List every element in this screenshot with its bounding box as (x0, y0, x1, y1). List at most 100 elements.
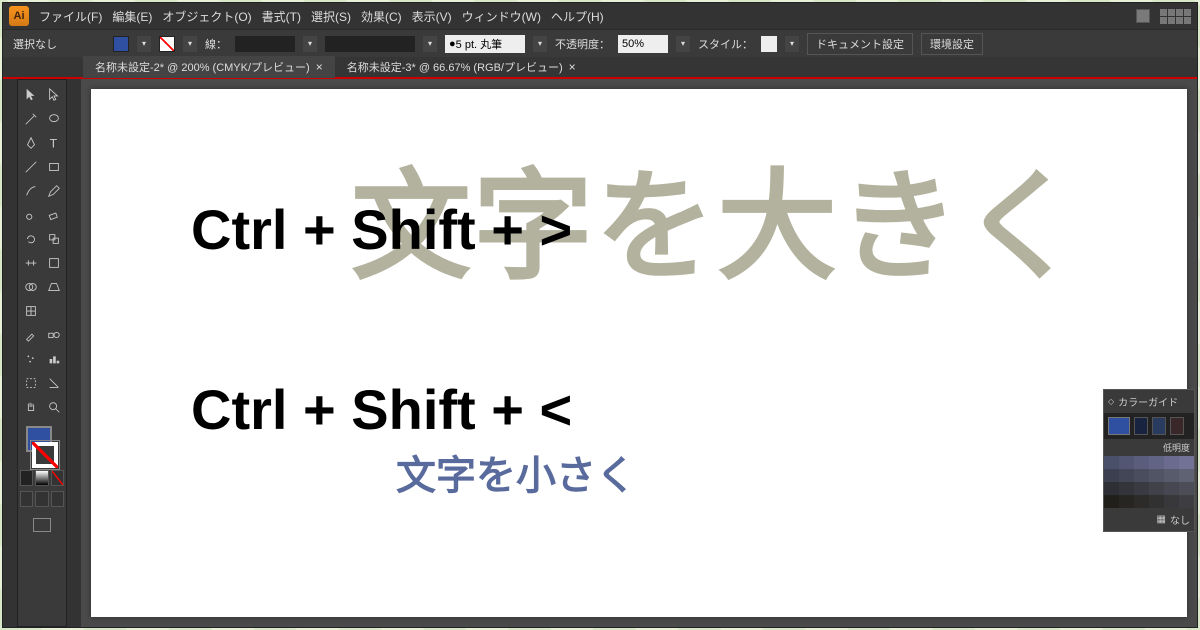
gradient-tool[interactable] (43, 300, 64, 322)
shape-builder-tool[interactable] (20, 276, 41, 298)
control-bar: 選択なし ▾ ▾ 線： ▾ ▾ ● 5 pt. 丸筆 ▾ 不透明度： 50% ▾… (3, 29, 1197, 57)
type-tool[interactable]: T (43, 132, 64, 154)
eraser-tool[interactable] (43, 204, 64, 226)
fill-stroke-color[interactable] (20, 424, 64, 468)
color-guide-cell[interactable] (1104, 482, 1119, 495)
arrange-grid-icon[interactable] (1160, 9, 1191, 24)
base-color-swatch[interactable] (1108, 417, 1130, 435)
hand-tool[interactable] (20, 396, 41, 418)
menu-view[interactable]: 表示(V) (412, 8, 452, 25)
color-guide-cell[interactable] (1179, 482, 1194, 495)
color-guide-panel[interactable]: カラーガイド 低明度 ▦なし (1103, 389, 1195, 532)
stroke-weight-input[interactable] (235, 36, 295, 52)
style-dropdown[interactable]: ▾ (785, 36, 799, 52)
rotate-tool[interactable] (20, 228, 41, 250)
color-guide-cell[interactable] (1179, 495, 1194, 508)
color-guide-cell[interactable] (1119, 482, 1134, 495)
preferences-button[interactable]: 環境設定 (921, 33, 983, 55)
stroke-dropdown[interactable]: ▾ (183, 36, 197, 52)
opacity-dropdown[interactable]: ▾ (676, 36, 690, 52)
zoom-tool[interactable] (43, 396, 64, 418)
mesh-tool[interactable] (20, 300, 41, 322)
fill-dropdown[interactable]: ▾ (137, 36, 151, 52)
color-guide-cell[interactable] (1119, 469, 1134, 482)
column-graph-tool[interactable] (43, 348, 64, 370)
perspective-grid-tool[interactable] (43, 276, 64, 298)
scale-tool[interactable] (43, 228, 64, 250)
color-guide-cell[interactable] (1149, 482, 1164, 495)
menu-type[interactable]: 書式(T) (262, 8, 301, 25)
color-guide-cell[interactable] (1104, 456, 1119, 469)
eyedropper-tool[interactable] (20, 324, 41, 346)
color-mode-row[interactable] (20, 470, 64, 486)
stroke-profile-dropdown[interactable]: ▾ (423, 36, 437, 52)
harmony-swatch[interactable] (1152, 417, 1166, 435)
magic-wand-tool[interactable] (20, 108, 41, 130)
color-guide-cell[interactable] (1134, 495, 1149, 508)
draw-mode-row[interactable] (20, 491, 64, 507)
menu-effect[interactable]: 効果(C) (361, 8, 402, 25)
color-guide-cell[interactable] (1119, 495, 1134, 508)
stroke-profile-input[interactable] (325, 36, 415, 52)
screen-mode[interactable] (20, 515, 64, 535)
color-guide-cell[interactable] (1179, 469, 1194, 482)
none-swatch-icon[interactable]: ▦ (1157, 514, 1166, 525)
close-icon[interactable]: × (316, 60, 323, 74)
color-guide-cell[interactable] (1164, 495, 1179, 508)
color-guide-cell[interactable] (1149, 456, 1164, 469)
menu-select[interactable]: 選択(S) (311, 8, 351, 25)
brush-preset-dropdown[interactable]: ▾ (533, 36, 547, 52)
color-guide-cell[interactable] (1164, 469, 1179, 482)
ui-mode-swatch[interactable] (1136, 9, 1150, 23)
blend-tool[interactable] (43, 324, 64, 346)
fill-swatch[interactable] (113, 36, 129, 52)
menu-edit[interactable]: 編集(E) (112, 8, 152, 25)
menu-help[interactable]: ヘルプ(H) (551, 8, 604, 25)
symbol-sprayer-tool[interactable] (20, 348, 41, 370)
selection-indicator: 選択なし (13, 36, 57, 52)
paintbrush-tool[interactable] (20, 180, 41, 202)
color-guide-cell[interactable] (1119, 456, 1134, 469)
artboard-tool[interactable] (20, 372, 41, 394)
opacity-field[interactable]: 50% (618, 35, 668, 53)
color-guide-cell[interactable] (1104, 495, 1119, 508)
close-icon[interactable]: × (569, 60, 576, 74)
color-guide-grid[interactable] (1104, 456, 1194, 508)
document-tab[interactable]: 名称未設定-3* @ 66.67% (RGB/プレビュー)× (335, 56, 588, 78)
menu-window[interactable]: ウィンドウ(W) (462, 8, 541, 25)
slice-tool[interactable] (43, 372, 64, 394)
document-tab[interactable]: 名称未設定-2* @ 200% (CMYK/プレビュー)× (83, 56, 335, 78)
free-transform-tool[interactable] (43, 252, 64, 274)
color-guide-cell[interactable] (1134, 482, 1149, 495)
width-tool[interactable] (20, 252, 41, 274)
harmony-swatch[interactable] (1134, 417, 1148, 435)
color-guide-cell[interactable] (1149, 469, 1164, 482)
menu-object[interactable]: オブジェクト(O) (162, 8, 251, 25)
color-guide-cell[interactable] (1149, 495, 1164, 508)
artboard[interactable]: 文字を大きく Ctrl + Shift + > Ctrl + Shift + <… (91, 89, 1187, 617)
direct-selection-tool[interactable] (43, 84, 64, 106)
color-guide-cell[interactable] (1134, 469, 1149, 482)
pen-tool[interactable] (20, 132, 41, 154)
menu-file[interactable]: ファイル(F) (39, 8, 102, 25)
stroke-weight-dropdown[interactable]: ▾ (303, 36, 317, 52)
selection-tool[interactable] (20, 84, 41, 106)
stroke-swatch[interactable] (159, 36, 175, 52)
doc-setup-button[interactable]: ドキュメント設定 (807, 33, 913, 55)
opacity-label: 不透明度： (555, 36, 610, 52)
lasso-tool[interactable] (43, 108, 64, 130)
color-guide-cell[interactable] (1179, 456, 1194, 469)
blob-brush-tool[interactable] (20, 204, 41, 226)
rectangle-tool[interactable] (43, 156, 64, 178)
color-guide-cell[interactable] (1134, 456, 1149, 469)
color-guide-cell[interactable] (1164, 456, 1179, 469)
toolbox: T (17, 79, 67, 627)
line-tool[interactable] (20, 156, 41, 178)
style-swatch[interactable] (761, 36, 777, 52)
harmony-swatch[interactable] (1170, 417, 1184, 435)
annotation-small-text: 文字を小さく (396, 443, 636, 501)
pencil-tool[interactable] (43, 180, 64, 202)
color-guide-cell[interactable] (1164, 482, 1179, 495)
brush-preset-field[interactable]: ● 5 pt. 丸筆 (445, 35, 525, 53)
color-guide-cell[interactable] (1104, 469, 1119, 482)
